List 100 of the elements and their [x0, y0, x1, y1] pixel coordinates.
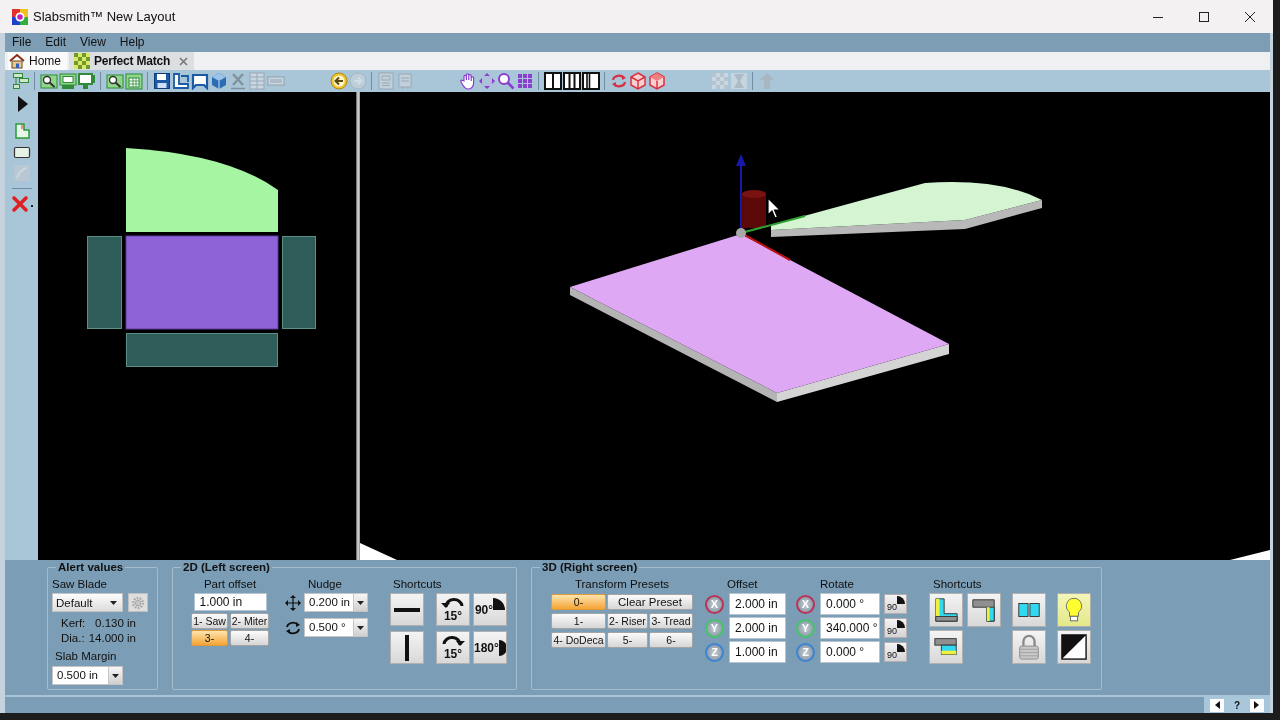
split-view-icon[interactable]: [543, 72, 562, 90]
part-offset-field[interactable]: 1.000 in: [193, 593, 267, 611]
field-label: Slab Margin: [55, 649, 117, 663]
nudge-angle-dropdown[interactable]: 0.500 °: [304, 618, 368, 637]
curved-arrow-icon: [441, 634, 465, 646]
corner-shape-icon: [971, 597, 997, 623]
axis-label: Y: [705, 618, 724, 638]
contrast-icon: [1061, 634, 1087, 660]
next-button[interactable]: [1250, 698, 1264, 712]
delete-icon[interactable]: [10, 195, 33, 213]
zoom-icon[interactable]: [496, 72, 515, 90]
rotate-step-button[interactable]: 90: [884, 642, 907, 662]
maximize-icon[interactable]: [1199, 11, 1209, 22]
monitor-icon[interactable]: [77, 72, 96, 90]
cube-icon[interactable]: [647, 72, 666, 90]
rotate-icon: [285, 619, 301, 636]
previous-button[interactable]: [1210, 698, 1224, 712]
kerf-value: 0.130 in: [94, 616, 136, 631]
search-icon[interactable]: [39, 72, 58, 90]
save-icon[interactable]: [152, 72, 171, 90]
group-title: Alert values: [58, 561, 124, 573]
nudge-distance-dropdown[interactable]: 0.200 in: [304, 593, 368, 612]
preset-button[interactable]: 4-: [230, 630, 269, 646]
preset-button[interactable]: 3-: [191, 630, 228, 646]
preset-button[interactable]: 1- Saw: [191, 613, 228, 629]
gear-icon: [131, 595, 145, 610]
offset-field[interactable]: 2.000 in: [729, 593, 786, 615]
preset-button[interactable]: 4- DoDeca: [551, 632, 606, 648]
rotate-shortcut-button[interactable]: 180°: [473, 631, 507, 664]
rotation-field[interactable]: 0.000 °: [820, 593, 880, 615]
menu-item[interactable]: Edit: [38, 34, 74, 51]
menu-item[interactable]: View: [73, 34, 113, 51]
app-logo-icon: [12, 8, 28, 25]
search-icon[interactable]: [105, 72, 124, 90]
rotate-shortcut-button[interactable]: 90°: [473, 593, 507, 626]
monitor-icon[interactable]: [58, 72, 77, 90]
rotate-icon[interactable]: [609, 72, 628, 90]
rotate-step-button[interactable]: 90: [884, 618, 907, 638]
window-title: Slabsmith™ New Layout: [33, 9, 176, 24]
pages-icon[interactable]: [171, 72, 190, 90]
tiles-icon[interactable]: [515, 72, 534, 90]
l-shape-icon: [933, 597, 959, 623]
rotate-shortcut-button[interactable]: 15°: [436, 593, 470, 626]
column-label: Part offset: [203, 577, 257, 591]
align-shortcut-button[interactable]: [390, 631, 424, 664]
corner-triangle-icon: [360, 543, 397, 560]
move-icon[interactable]: [477, 72, 496, 90]
column-label: Shortcuts: [932, 577, 982, 591]
offset-field[interactable]: 2.000 in: [729, 617, 786, 639]
dropdown-arrow-icon: [110, 600, 117, 605]
cube-icon[interactable]: [628, 72, 647, 90]
view-shortcut-button[interactable]: [1012, 593, 1046, 627]
column-label: Transform Presets: [574, 577, 670, 591]
align-shortcut-button[interactable]: [390, 593, 424, 626]
column-label: Shortcuts: [392, 577, 442, 591]
tab[interactable]: Perfect Match: [69, 52, 195, 70]
rotate-shortcut-button[interactable]: 15°: [436, 631, 470, 664]
move-icon: [285, 594, 301, 611]
rotation-field[interactable]: 340.000 °: [820, 617, 880, 639]
rotate-step-button[interactable]: 90: [884, 594, 907, 614]
preset-button[interactable]: 2- Riser: [607, 613, 648, 629]
preset-button[interactable]: 3- Tread: [649, 613, 693, 629]
clear-preset-button[interactable]: Clear Preset: [607, 594, 693, 610]
preset-button[interactable]: 5-: [607, 632, 648, 648]
view-shortcut-button[interactable]: [929, 593, 963, 627]
dropdown-arrow-icon: [357, 600, 364, 605]
saw-blade-dropdown[interactable]: Default: [52, 593, 123, 612]
view-shortcut-button[interactable]: [929, 630, 963, 664]
rotation-field[interactable]: 0.000 °: [820, 641, 880, 663]
left-triangle-icon: [1214, 701, 1220, 709]
menu-item[interactable]: Help: [112, 34, 152, 51]
tab[interactable]: Home: [8, 52, 67, 70]
view-shortcut-button[interactable]: [1057, 630, 1091, 664]
preset-button[interactable]: 1-: [551, 613, 606, 629]
frame-icon[interactable]: [190, 72, 209, 90]
preset-button[interactable]: 6-: [649, 632, 693, 648]
right-triangle-icon: [1254, 701, 1260, 709]
house-icon: [9, 53, 25, 69]
hand-icon[interactable]: [458, 72, 477, 90]
split-view-icon[interactable]: [562, 72, 581, 90]
axis-label: X: [796, 594, 815, 614]
pane-splitter[interactable]: [356, 92, 360, 560]
layout-icon[interactable]: [11, 72, 30, 90]
column-label: Rotate: [819, 577, 854, 591]
corner-triangle-icon: [1230, 550, 1270, 560]
column-label: Offset: [726, 577, 758, 591]
group-title: 3D (Right screen): [542, 561, 638, 573]
preset-button[interactable]: 2- Miter: [230, 613, 269, 629]
curved-arrow-icon: [441, 596, 465, 608]
slab-margin-dropdown[interactable]: 0.500 in: [52, 666, 123, 685]
light-bulb-icon: [1065, 597, 1083, 623]
cube-icon[interactable]: [209, 72, 228, 90]
offset-field[interactable]: 1.000 in: [729, 641, 786, 663]
diameter-value: 14.000 in: [87, 631, 136, 646]
preset-button[interactable]: 0-: [551, 594, 606, 610]
menu-item[interactable]: File: [5, 34, 39, 51]
help-button[interactable]: ?: [1233, 699, 1241, 711]
split-view-icon[interactable]: [581, 72, 600, 90]
kerf-label: Kerf:: [61, 616, 87, 631]
close-icon[interactable]: [1245, 11, 1255, 22]
